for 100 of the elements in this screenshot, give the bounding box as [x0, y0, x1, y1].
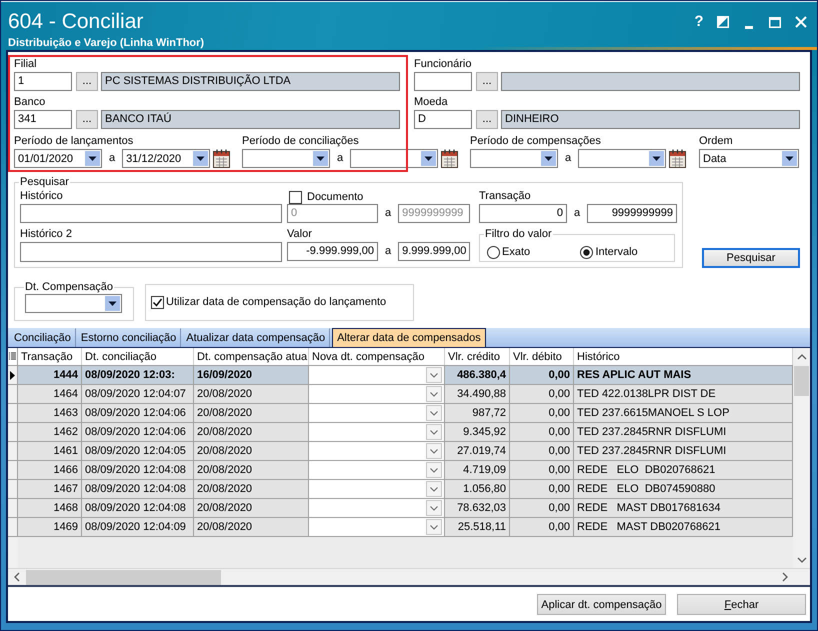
table-cell: 08/09/2020 12:04:06 [82, 404, 194, 422]
order-select[interactable]: Data [699, 149, 799, 168]
description-field: PC SISTEMAS DISTRIBUIÇÃO LTDA [101, 72, 400, 91]
date-combo-field[interactable] [578, 149, 666, 168]
table-cell: 1.056,80 [445, 480, 510, 498]
maximize-icon[interactable] [769, 16, 781, 28]
table-cell: 27.019,74 [445, 442, 510, 460]
chevron-down-icon[interactable] [426, 405, 442, 421]
table-row[interactable]: 1464 08/09/2020 12:04:07 20/08/2020 34.490,88 0,00 TED 422.0138LPR DIST DE [8, 385, 793, 404]
list-icon[interactable] [9, 352, 16, 361]
table-row[interactable]: 1468 08/09/2020 12:04:08 20/08/2020 78.632,03 0,00 REDE MAST DB017681634 [8, 499, 793, 518]
chevron-up-icon[interactable] [796, 352, 806, 360]
tab[interactable]: Atualizar data compensação [181, 328, 330, 347]
table-row[interactable]: 1467 08/09/2020 12:04:08 20/08/2020 1.056,80 0,00 REDE ELO DB074590880 [8, 480, 793, 499]
table-cell: 0,00 [510, 404, 574, 422]
chevron-down-icon[interactable] [796, 556, 806, 564]
checkbox[interactable] [151, 296, 164, 309]
column-header[interactable]: Dt. conciliação [82, 348, 194, 365]
range-input-field[interactable]: 9999999999 [587, 204, 677, 223]
scrollbar-thumb[interactable] [26, 570, 221, 584]
date-dropdown-field[interactable] [309, 499, 445, 517]
field-label: Histórico [20, 190, 63, 203]
table-cell: 1461 [18, 442, 82, 460]
chevron-down-icon[interactable] [426, 519, 442, 535]
row-selector[interactable] [8, 366, 18, 384]
field-label: Filial [14, 58, 37, 71]
date-dropdown-field[interactable] [309, 480, 445, 498]
help-button[interactable]: ? [692, 13, 706, 31]
table-row[interactable]: 1463 08/09/2020 12:04:06 20/08/2020 987,72 0,00 TED 237.6615MANOEL S LOP [8, 404, 793, 423]
date-dropdown-field[interactable] [309, 385, 445, 403]
date-dropdown-field[interactable] [309, 423, 445, 441]
code-input-field[interactable]: D [414, 110, 472, 129]
table-row[interactable]: 1466 08/09/2020 12:04:08 20/08/2020 4.719,09 0,00 REDE ELO DB020768621 [8, 461, 793, 480]
tab[interactable]: Estorno conciliação [76, 328, 182, 347]
column-header[interactable]: Vlr. débito [510, 348, 574, 365]
code-input-field[interactable] [414, 72, 472, 91]
date-combo-field[interactable]: 31/12/2020 [122, 149, 210, 168]
chevron-left-icon[interactable] [12, 572, 20, 582]
tab[interactable]: Conciliação [9, 328, 76, 347]
range-input-field[interactable]: 9.999.999,00 [398, 242, 470, 261]
row-pointer-icon [10, 370, 15, 380]
date-dropdown-field[interactable] [309, 442, 445, 460]
field-label: Período de lançamentos [14, 135, 134, 148]
table-cell: 1469 [18, 518, 82, 536]
chevron-down-icon[interactable] [426, 424, 442, 440]
lookup-button[interactable]: ... [476, 110, 498, 129]
table-cell: 0,00 [510, 461, 574, 479]
calendar-icon[interactable] [441, 149, 458, 168]
chevron-down-icon[interactable] [426, 462, 442, 478]
date-dropdown-field[interactable] [309, 404, 445, 422]
calendar-icon[interactable] [669, 149, 686, 168]
radio-button[interactable] [580, 246, 594, 259]
date-dropdown-field[interactable] [309, 461, 445, 479]
action-button[interactable]: Fechar [677, 594, 806, 615]
chevron-down-icon[interactable] [426, 386, 442, 402]
text-input-field[interactable] [20, 204, 282, 223]
search-button[interactable]: Pesquisar [702, 248, 800, 268]
table-cell: 0,00 [510, 385, 574, 403]
date-combo-field[interactable] [470, 149, 558, 168]
action-button[interactable]: Aplicar dt. compensação [537, 594, 666, 615]
text-input-field[interactable] [20, 242, 282, 262]
lookup-button[interactable]: ... [476, 72, 498, 91]
range-separator: a [385, 206, 392, 221]
column-header[interactable]: Nova dt. compensação [309, 348, 445, 365]
code-input-field[interactable]: 341 [14, 110, 72, 129]
group-title: Pesquisar [19, 176, 70, 189]
contrast-icon[interactable] [717, 16, 729, 28]
date-combo-field[interactable]: 01/01/2020 [14, 149, 102, 168]
table-cell: 0,00 [510, 423, 574, 441]
table-cell: 1462 [18, 423, 82, 441]
table-cell: 08/09/2020 12:04:07 [82, 385, 194, 403]
code-input-field[interactable]: 1 [14, 72, 72, 91]
range-input-field[interactable]: 0 [479, 204, 567, 223]
chevron-down-icon[interactable] [426, 500, 442, 516]
date-combo-field[interactable] [25, 294, 122, 313]
close-icon[interactable] [795, 16, 807, 28]
lookup-button[interactable]: ... [76, 72, 98, 91]
chevron-right-icon[interactable] [780, 572, 788, 582]
column-header[interactable]: Vlr. crédito [445, 348, 510, 365]
calendar-icon[interactable] [213, 149, 230, 168]
range-input-field[interactable]: -9.999.999,00 [287, 242, 378, 261]
table-row[interactable]: 1469 08/09/2020 12:04:09 20/08/2020 25.518,11 0,00 REDE MAST DB020768621 [8, 518, 793, 537]
chevron-down-icon[interactable] [426, 443, 442, 459]
table-row[interactable]: 1462 08/09/2020 12:04:06 20/08/2020 9.345,92 0,00 TED 237.2845RNR DISFLUMI [8, 423, 793, 442]
column-header[interactable]: Transação [18, 348, 82, 365]
radio-button[interactable] [487, 246, 500, 259]
column-header[interactable]: Dt. compensação atua [194, 348, 309, 365]
chevron-down-icon[interactable] [426, 481, 442, 497]
date-combo-field[interactable] [242, 149, 330, 168]
lookup-button[interactable]: ... [76, 110, 98, 129]
checkbox-label: Documento [307, 190, 364, 204]
table-row[interactable]: 1444 08/09/2020 12:03: 16/09/2020 486.380,4 0,00 RES APLIC AUT MAIS [8, 366, 793, 385]
date-combo-field[interactable] [350, 149, 438, 168]
group-title: Filtro do valor [484, 228, 553, 241]
date-dropdown-field[interactable] [309, 518, 445, 536]
date-dropdown-field[interactable] [309, 366, 445, 384]
scrollbar-thumb[interactable] [794, 366, 809, 396]
table-row[interactable]: 1461 08/09/2020 12:04:05 20/08/2020 27.019,74 0,00 TED 237.2845RNR DISFLUMI [8, 442, 793, 461]
tab[interactable]: Alterar data de compensados [332, 328, 486, 347]
chevron-down-icon[interactable] [426, 367, 442, 383]
